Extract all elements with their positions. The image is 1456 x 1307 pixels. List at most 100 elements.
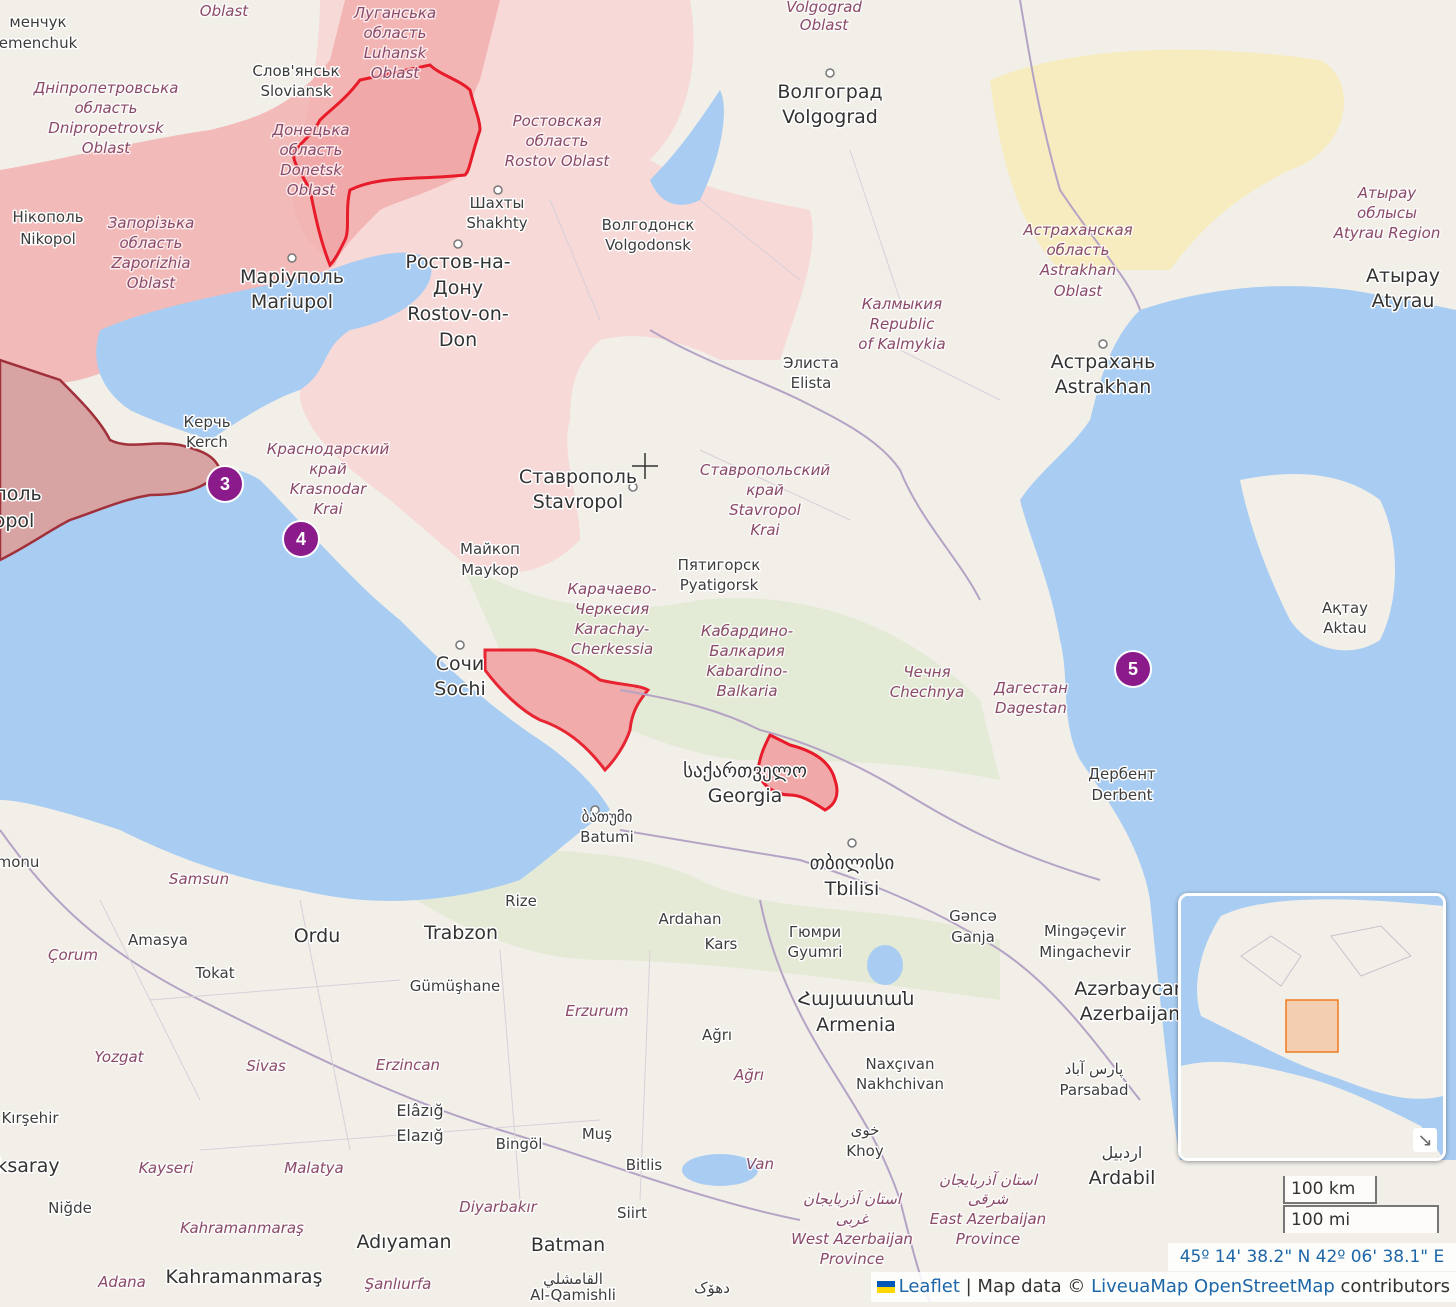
city-label: Nikopol <box>20 230 76 248</box>
city-label: monu <box>0 853 39 871</box>
city-label: Niğde <box>48 1199 92 1217</box>
region-label: Krasnodar <box>290 480 367 498</box>
minimap-tiles <box>1181 896 1443 1158</box>
scale-km: 100 km <box>1283 1176 1377 1204</box>
city-label: Parsabad <box>1060 1081 1129 1099</box>
region-label: Краснодарский <box>267 440 390 458</box>
attribution-separator: | Map data © <box>959 1276 1092 1297</box>
city-label: Maykop <box>461 561 519 579</box>
region-label: Kabardino- <box>706 662 787 680</box>
city-label: Шахты <box>470 194 525 212</box>
region-label: Oblast <box>287 181 337 199</box>
country-label: Հայաստան <box>798 988 915 1010</box>
city-label: خوی <box>851 1121 880 1139</box>
city-label: Kerch <box>186 433 228 451</box>
city-label: Слов'янськ <box>252 62 339 80</box>
city-label: Mingəçevir <box>1044 922 1127 940</box>
city-label: Tokat <box>194 964 234 982</box>
region-label: West Azerbaijan <box>791 1230 913 1248</box>
city-label: Волгоград <box>777 81 882 103</box>
city-label: Tbilisi <box>824 878 880 900</box>
city-label: Маріуполь <box>240 266 344 288</box>
ukraine-flag-icon <box>876 1281 895 1293</box>
city-label: Sloviansk <box>260 82 331 100</box>
region-label: край <box>309 460 347 478</box>
region-label: область <box>363 24 426 42</box>
region-label: Van <box>746 1155 774 1173</box>
event-marker[interactable]: 4 <box>282 520 320 558</box>
city-label: Пятигорск <box>678 556 761 574</box>
region-label: استان آذربایجان <box>939 1170 1039 1189</box>
city-label: Дербент <box>1088 765 1156 783</box>
region-label: Карачаево- <box>567 580 656 598</box>
city-label: Ordu <box>294 925 341 947</box>
region-label: Karachay- <box>575 620 650 638</box>
city-label: ბათუმი <box>582 808 633 826</box>
crosshair-icon <box>632 453 658 479</box>
country-label: Armenia <box>816 1014 896 1036</box>
region-label: Stavropol <box>729 501 802 519</box>
region-label: Ağrı <box>733 1066 764 1084</box>
city-label: Mingachevir <box>1039 943 1131 961</box>
city-label: поль <box>0 483 42 505</box>
region-label: شرقی <box>968 1190 1009 1208</box>
city-label: emenchuk <box>0 34 78 52</box>
region-label: Krai <box>750 521 780 539</box>
region-label: of Kalmykia <box>858 335 945 353</box>
city-label: Amasya <box>128 931 188 949</box>
event-marker[interactable]: 3 <box>206 465 244 503</box>
region-label: Чечня <box>903 663 950 681</box>
region-label: Yozgat <box>94 1048 144 1066</box>
city-label: Naxçıvan <box>865 1055 934 1073</box>
region-label: область <box>1046 241 1109 259</box>
city-label: Siirt <box>617 1204 647 1222</box>
osm-link[interactable]: OpenStreetMap <box>1194 1276 1335 1297</box>
city-label: Khoy <box>846 1142 884 1160</box>
region-label: Astrakhan <box>1039 261 1116 279</box>
region-label: Adana <box>97 1273 146 1291</box>
city-label: opol <box>0 510 34 532</box>
region-label: East Azerbaijan <box>930 1210 1046 1228</box>
region-label: Ставропольский <box>700 461 830 479</box>
city-label: Bitlis <box>626 1156 663 1174</box>
region-label: Province <box>956 1230 1020 1248</box>
region-label: Donetsk <box>280 161 343 179</box>
city-label: Атырау <box>1366 265 1440 287</box>
region-label: Samsun <box>169 870 229 888</box>
city-label: Elista <box>791 374 832 392</box>
city-label: Gümüşhane <box>410 977 501 995</box>
city-label: Trabzon <box>423 922 498 944</box>
event-marker[interactable]: 5 <box>1114 650 1152 688</box>
city-label: Derbent <box>1091 786 1152 804</box>
region-label: استان آذربایجان <box>803 1189 903 1208</box>
city-label: Sochi <box>434 678 485 700</box>
region-label: край <box>746 481 784 499</box>
liveuamap-link[interactable]: LiveuaMap <box>1091 1276 1188 1297</box>
region-label: Erzurum <box>565 1002 628 1020</box>
city-label: Bingöl <box>496 1135 543 1153</box>
leaflet-link[interactable]: Leaflet <box>899 1276 960 1297</box>
region-label: Malatya <box>284 1159 343 1177</box>
region-label: Oblast <box>800 16 850 34</box>
country-label: Azərbaycan <box>1074 978 1186 1000</box>
city-label: Astrakhan <box>1055 376 1152 398</box>
city-label: Керчь <box>183 413 230 431</box>
scale-mi: 100 mi <box>1283 1205 1439 1233</box>
city-label: Ardahan <box>658 910 721 928</box>
country-label: Georgia <box>708 785 783 807</box>
city-label: Batman <box>531 1234 605 1256</box>
city-label: Rostov-on- <box>407 303 508 325</box>
city-label: Shakhty <box>466 214 527 232</box>
region-label: Krai <box>313 500 343 518</box>
city-label: ksaray <box>0 1155 60 1177</box>
region-label: область <box>525 132 588 150</box>
region-label: Oblast <box>82 139 132 157</box>
city-label: Atyrau <box>1372 290 1435 312</box>
region-label: Balkaria <box>716 682 777 700</box>
city-label: Ganja <box>951 928 995 946</box>
minimap[interactable]: ↘ <box>1178 893 1446 1161</box>
minimap-toggle-icon[interactable]: ↘ <box>1413 1128 1437 1152</box>
region-label: Çorum <box>48 946 98 964</box>
city-label: Don <box>439 329 477 351</box>
attribution-suffix: contributors <box>1334 1276 1450 1297</box>
